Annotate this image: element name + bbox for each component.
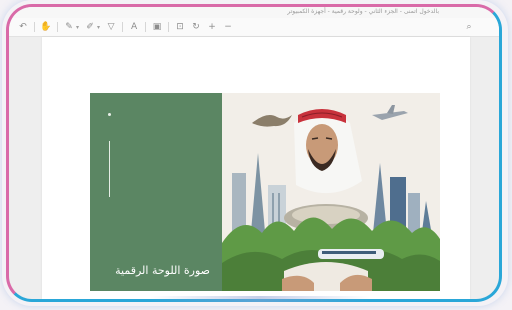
pdf-toolbar: ↶ ✋ ✎ ▾ ✐ ▾ ▽ A ▣ ⊡ ↻ + − ⌕ [9, 18, 499, 37]
hand-tool-icon[interactable]: ✋ [40, 20, 52, 34]
pen-tool-icon[interactable]: ✎ [63, 20, 75, 34]
bottom-edge-blur [150, 296, 370, 302]
text-tool-icon[interactable]: A [128, 20, 140, 34]
filter-icon[interactable]: ▽ [105, 20, 117, 34]
chevron-down-icon[interactable]: ▾ [97, 24, 100, 31]
search-icon[interactable]: ⌕ [463, 20, 475, 34]
toolbar-divider [168, 22, 170, 32]
decorative-dot [108, 113, 111, 116]
window-title: بالدخول اتمنى - الجزء الثاني - ولوحة رقم… [287, 8, 439, 15]
slide-card: صورة اللوحة الرقمية [90, 93, 440, 291]
slide-caption: صورة اللوحة الرقمية [115, 264, 210, 277]
highlighter-icon[interactable]: ✐ [84, 20, 96, 34]
undo-icon[interactable]: ↶ [17, 20, 29, 34]
toolbar-divider [145, 22, 147, 32]
fit-page-icon[interactable]: ⊡ [174, 20, 186, 34]
toolbar-divider [122, 22, 124, 32]
decorative-line [109, 141, 110, 197]
caption-panel: صورة اللوحة الرقمية [90, 93, 222, 291]
document-page: صورة اللوحة الرقمية [42, 37, 470, 299]
app-window: بالدخول اتمنى - الجزء الثاني - ولوحة رقم… [6, 4, 502, 302]
chevron-down-icon[interactable]: ▾ [76, 24, 79, 31]
digital-artwork-image [222, 93, 440, 291]
toolbar-divider [34, 22, 35, 32]
zoom-out-icon[interactable]: − [222, 20, 234, 34]
artwork-illustration [222, 93, 440, 291]
image-tool-icon[interactable]: ▣ [151, 20, 163, 34]
title-bar: بالدخول اتمنى - الجزء الثاني - ولوحة رقم… [9, 7, 499, 18]
zoom-in-icon[interactable]: + [206, 20, 218, 34]
toolbar-divider [57, 22, 58, 32]
rotate-icon[interactable]: ↻ [190, 20, 202, 34]
